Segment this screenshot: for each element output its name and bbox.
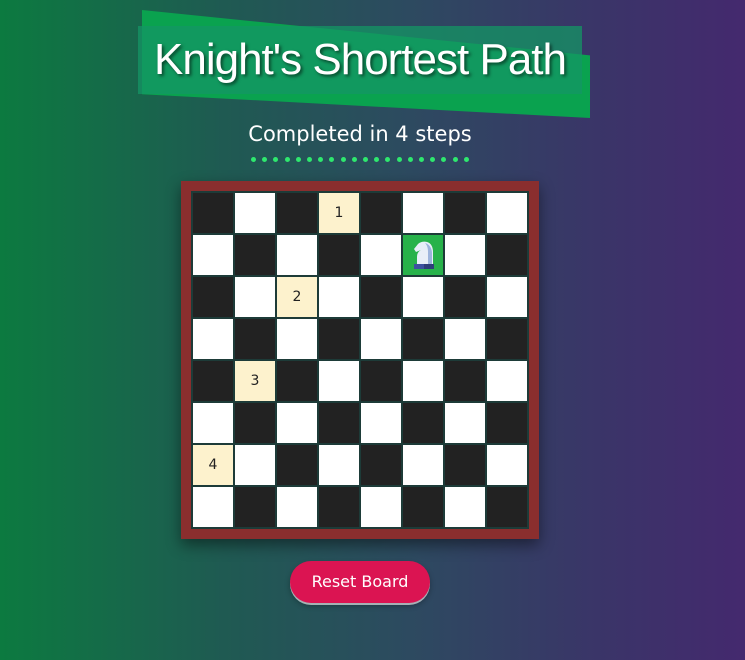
path-step-label: 4 [208, 457, 218, 473]
path-step-label: 3 [250, 373, 260, 389]
divider-dot [251, 157, 256, 162]
board-square[interactable] [318, 318, 360, 360]
board-square[interactable] [318, 444, 360, 486]
path-step-label: 2 [292, 289, 302, 305]
divider-dot [419, 157, 425, 162]
board-square[interactable] [402, 486, 444, 528]
board-square[interactable] [402, 318, 444, 360]
board-square[interactable] [360, 234, 402, 276]
board-square[interactable] [276, 318, 318, 360]
board-square[interactable] [486, 318, 528, 360]
board-square[interactable] [276, 402, 318, 444]
page-title: Knight's Shortest Path [154, 35, 567, 84]
board-square[interactable] [360, 360, 402, 402]
board-square[interactable] [234, 402, 276, 444]
divider-dot [340, 157, 346, 162]
status-text: Completed in 4 steps [248, 122, 472, 146]
board-square[interactable] [318, 402, 360, 444]
divider-dot [329, 157, 335, 162]
board-square[interactable] [486, 402, 528, 444]
divider-dot [307, 157, 313, 162]
path-step-square[interactable]: 3 [234, 360, 276, 402]
divider-dot [295, 157, 301, 162]
board-square[interactable] [486, 486, 528, 528]
path-step-square[interactable]: 1 [318, 192, 360, 234]
board-square[interactable] [234, 192, 276, 234]
board-square[interactable] [444, 318, 486, 360]
board-square[interactable] [276, 444, 318, 486]
board-square[interactable] [192, 318, 234, 360]
reset-board-button[interactable]: Reset Board [290, 561, 430, 603]
board-square[interactable] [402, 276, 444, 318]
divider-dot [374, 157, 380, 162]
board-square[interactable] [234, 318, 276, 360]
board-square[interactable] [276, 360, 318, 402]
board-square[interactable] [402, 444, 444, 486]
divider-dot [441, 157, 447, 162]
board-square[interactable] [276, 486, 318, 528]
dotted-divider [251, 157, 469, 163]
board-square[interactable] [234, 444, 276, 486]
board-square[interactable] [486, 234, 528, 276]
board-square[interactable] [318, 234, 360, 276]
board-square[interactable] [192, 276, 234, 318]
board-square[interactable] [318, 486, 360, 528]
board-square[interactable] [402, 402, 444, 444]
board-square[interactable] [444, 402, 486, 444]
title-banner: Knight's Shortest Path [138, 10, 590, 118]
divider-dot [351, 157, 357, 162]
divider-dot [396, 157, 402, 162]
divider-dot [284, 157, 290, 162]
board-square[interactable] [276, 234, 318, 276]
board-square[interactable] [318, 276, 360, 318]
board-square[interactable] [234, 276, 276, 318]
board-square[interactable] [444, 234, 486, 276]
divider-dot [430, 157, 436, 162]
divider-dot [452, 157, 458, 162]
board-square[interactable] [192, 486, 234, 528]
board-square[interactable] [234, 234, 276, 276]
board-square[interactable] [486, 276, 528, 318]
board-square[interactable] [192, 360, 234, 402]
divider-dot [273, 157, 279, 162]
path-step-label: 1 [334, 205, 344, 221]
divider-dot [463, 157, 469, 162]
board-square[interactable] [486, 192, 528, 234]
board-square[interactable] [192, 402, 234, 444]
divider-dot [385, 157, 391, 162]
board-square[interactable] [360, 402, 402, 444]
board-square[interactable] [360, 486, 402, 528]
divider-dot [363, 157, 369, 162]
board-square[interactable] [192, 192, 234, 234]
path-step-square[interactable]: 4 [192, 444, 234, 486]
divider-dot [262, 157, 268, 162]
divider-dot [407, 157, 413, 162]
board-square[interactable] [402, 192, 444, 234]
board-square[interactable] [444, 360, 486, 402]
knight-square[interactable] [402, 234, 444, 276]
knight-icon[interactable] [408, 239, 438, 271]
board-square[interactable] [444, 192, 486, 234]
board-square[interactable] [192, 234, 234, 276]
board-square[interactable] [486, 444, 528, 486]
board-square[interactable] [318, 360, 360, 402]
board-square[interactable] [402, 360, 444, 402]
board-square[interactable] [360, 276, 402, 318]
path-step-square[interactable]: 2 [276, 276, 318, 318]
board-square[interactable] [444, 486, 486, 528]
chessboard-frame: 1 2 3 4 [181, 181, 539, 539]
board-square[interactable] [234, 486, 276, 528]
board-square[interactable] [360, 318, 402, 360]
board-square[interactable] [360, 192, 402, 234]
board-square[interactable] [444, 444, 486, 486]
board-square[interactable] [360, 444, 402, 486]
board-square[interactable] [444, 276, 486, 318]
chessboard: 1 2 3 4 [191, 191, 529, 529]
board-square[interactable] [276, 192, 318, 234]
board-square[interactable] [486, 360, 528, 402]
divider-dot [318, 157, 324, 162]
